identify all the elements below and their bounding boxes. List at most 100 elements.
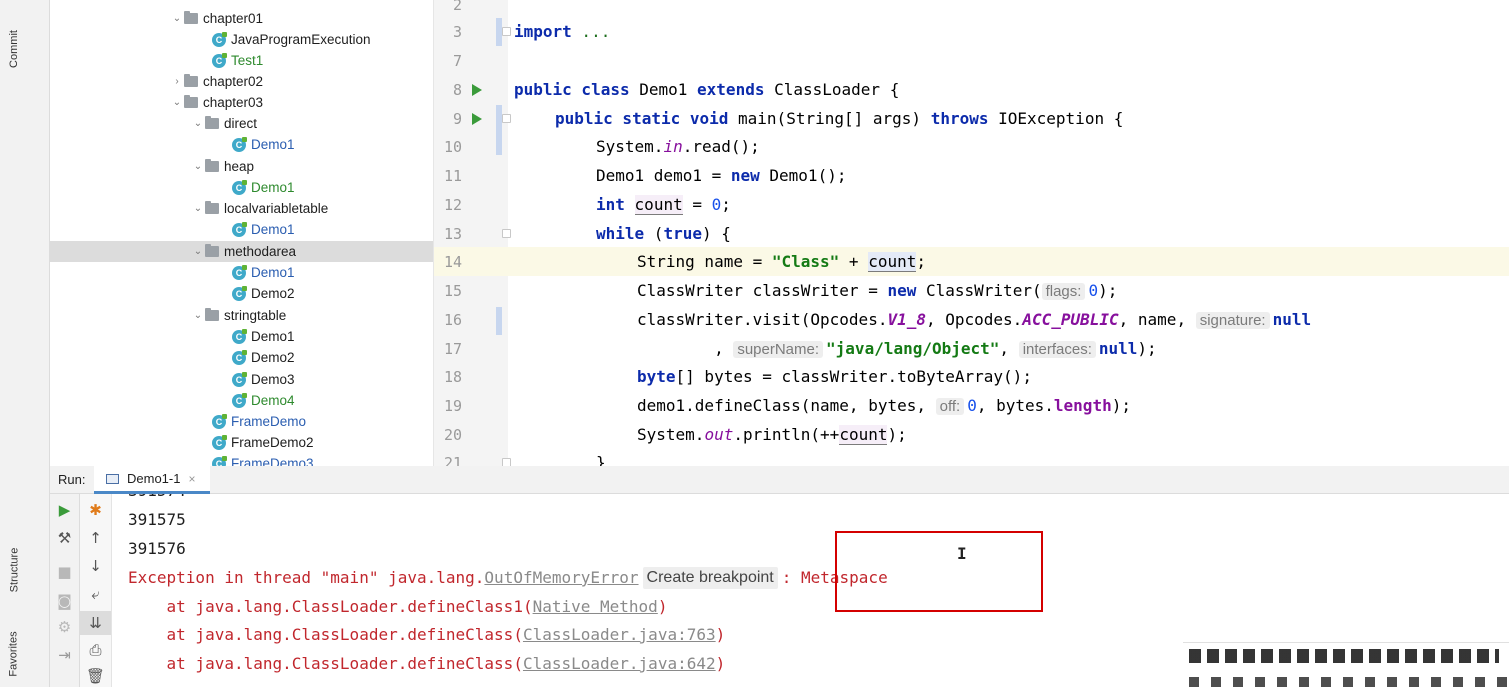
code-line[interactable]: 18 byte[] bytes = classWriter.toByteArra…	[434, 362, 1509, 391]
package-icon	[205, 201, 219, 214]
create-breakpoint-tooltip[interactable]: Create breakpoint	[642, 566, 778, 589]
tree-row-selected[interactable]: ⌄ methodarea	[50, 241, 433, 262]
close-icon[interactable]: ×	[188, 472, 195, 486]
tree-row[interactable]: › chapter02	[50, 71, 433, 92]
line-number: 10	[443, 137, 462, 156]
line-number: 14	[443, 252, 462, 271]
line-number: 19	[443, 396, 462, 415]
chevron-right-icon[interactable]: ›	[170, 76, 184, 87]
param-hint: off:	[935, 398, 965, 415]
stack-link[interactable]: Native Method	[533, 597, 658, 616]
stack-link[interactable]: ClassLoader.java:642	[523, 654, 716, 673]
chevron-down-icon[interactable]: ⌄	[170, 97, 184, 108]
code-text: public class Demo1 extends ClassLoader {	[514, 80, 900, 99]
code-line[interactable]: 16 classWriter.visit(Opcodes.V1_8, Opcod…	[434, 305, 1509, 334]
structure-tab[interactable]: Structure	[0, 530, 28, 610]
code-line[interactable]: 19 demo1.defineClass(name, bytes, off: 0,…	[434, 391, 1509, 420]
code-line[interactable]: 13 while (true) {	[434, 219, 1509, 248]
tree-item-label: Demo1	[251, 265, 295, 280]
run-tab-demo1-1[interactable]: Demo1-1 ×	[94, 466, 210, 494]
tree-row[interactable]: C Test1	[50, 50, 433, 71]
tree-row[interactable]: ⌄ localvariabletable	[50, 198, 433, 219]
fold-icon[interactable]	[502, 458, 511, 466]
chevron-down-icon[interactable]: ⌄	[170, 13, 184, 24]
code-line[interactable]: 20 System.out.println(++count);	[434, 420, 1509, 449]
class-icon: C	[232, 264, 247, 280]
scroll-to-end-icon[interactable]: ⇊	[80, 611, 111, 635]
camera-icon[interactable]: ◙	[50, 592, 79, 610]
tree-item-label: stringtable	[224, 308, 287, 323]
line-number: 11	[443, 166, 462, 185]
exception-link[interactable]: OutOfMemoryError	[484, 568, 638, 587]
fold-icon[interactable]	[502, 114, 511, 123]
tree-row[interactable]: C Demo2	[50, 347, 433, 368]
run-config-icon	[106, 473, 119, 484]
debug-icon[interactable]: ✱	[80, 501, 111, 519]
soft-wrap-icon[interactable]: ⤶	[80, 585, 111, 603]
code-line[interactable]: 11 Demo1 demo1 = new Demo1();	[434, 161, 1509, 190]
tree-row[interactable]: C Demo3	[50, 369, 433, 390]
tree-row[interactable]: C FrameDemo	[50, 411, 433, 432]
chevron-down-icon[interactable]: ⌄	[191, 161, 205, 172]
stop-icon[interactable]: ■	[50, 563, 79, 581]
tree-row[interactable]: ⌄ chapter03	[50, 92, 433, 113]
tree-row[interactable]: C Demo2	[50, 283, 433, 304]
code-line[interactable]: 21 }	[434, 448, 1509, 466]
code-line[interactable]: 10 System.in.read();	[434, 132, 1509, 161]
code-line[interactable]: 9 public static void main(String[] args)…	[434, 104, 1509, 133]
tree-item-label: chapter01	[203, 11, 264, 26]
tree-row[interactable]: C Demo4	[50, 390, 433, 411]
fold-icon[interactable]	[502, 27, 511, 36]
favorites-tab[interactable]: Favorites	[0, 620, 28, 687]
code-text: demo1.defineClass(name, bytes, off: 0, by…	[637, 396, 1131, 415]
line-number: 15	[443, 281, 462, 300]
run-gutter-icon[interactable]	[472, 112, 482, 125]
code-editor[interactable]: 2 3 import ... 7 8 public class Demo1 ex…	[434, 0, 1509, 466]
chevron-down-icon[interactable]: ⌄	[191, 246, 205, 257]
class-icon: C	[232, 221, 247, 237]
subtitle-overlay	[1183, 642, 1509, 687]
code-text: byte[] bytes = classWriter.toByteArray()…	[637, 367, 1032, 386]
code-line[interactable]: 8 public class Demo1 extends ClassLoader…	[434, 75, 1509, 104]
tree-row[interactable]: C Demo1	[50, 219, 433, 240]
tree-row[interactable]: ⌄ direct	[50, 113, 433, 134]
tree-row[interactable]: ⌄ chapter01	[50, 8, 433, 29]
code-line[interactable]: 12 int count = 0;	[434, 190, 1509, 219]
code-line[interactable]: 7	[434, 46, 1509, 75]
fold-icon[interactable]	[502, 229, 511, 238]
tree-row[interactable]: ⌄ heap	[50, 156, 433, 177]
wrench-icon[interactable]: ⚒	[50, 529, 79, 547]
commit-tab[interactable]: Commit	[0, 14, 28, 84]
package-icon	[205, 116, 219, 129]
folder-icon	[184, 74, 198, 87]
console-line: 391574	[128, 494, 186, 505]
settings-icon[interactable]: ⚙	[50, 618, 79, 636]
chevron-down-icon[interactable]: ⌄	[191, 118, 205, 129]
tree-item-label: Demo1	[251, 222, 295, 237]
code-text: ClassWriter classWriter = new ClassWrite…	[637, 281, 1118, 300]
code-line[interactable]: 3 import ...	[434, 17, 1509, 46]
class-icon: C	[232, 179, 247, 195]
tree-row[interactable]: C Demo1	[50, 177, 433, 198]
tree-row[interactable]: C FrameDemo3	[50, 453, 433, 466]
arrow-down-icon[interactable]: ↓	[80, 557, 111, 575]
tree-row[interactable]: C FrameDemo2	[50, 432, 433, 453]
chevron-down-icon[interactable]: ⌄	[191, 203, 205, 214]
stack-link[interactable]: ClassLoader.java:763	[523, 625, 716, 644]
tree-row[interactable]: C Demo1	[50, 134, 433, 155]
code-text: classWriter.visit(Opcodes.V1_8, Opcodes.…	[637, 310, 1312, 329]
tree-row[interactable]: ⌄ stringtable	[50, 305, 433, 326]
exit-icon[interactable]: ⇥	[50, 646, 79, 664]
tree-row[interactable]: C JavaProgramExecution	[50, 29, 433, 50]
trash-icon[interactable]: 🗑	[80, 667, 111, 685]
tree-row[interactable]: C Demo1	[50, 326, 433, 347]
chevron-down-icon[interactable]: ⌄	[191, 310, 205, 321]
rerun-icon[interactable]: ▶	[50, 501, 79, 519]
code-line-current[interactable]: 14 String name = "Class" + count;	[434, 247, 1509, 276]
code-line[interactable]: 15 ClassWriter classWriter = new ClassWr…	[434, 276, 1509, 305]
run-gutter-icon[interactable]	[472, 83, 482, 96]
print-icon[interactable]: ⎙	[80, 641, 111, 659]
tree-row[interactable]: C Demo1	[50, 262, 433, 283]
arrow-up-icon[interactable]: ↑	[80, 529, 111, 547]
code-line[interactable]: 17 , superName: "java/lang/Object", inter…	[434, 334, 1509, 363]
